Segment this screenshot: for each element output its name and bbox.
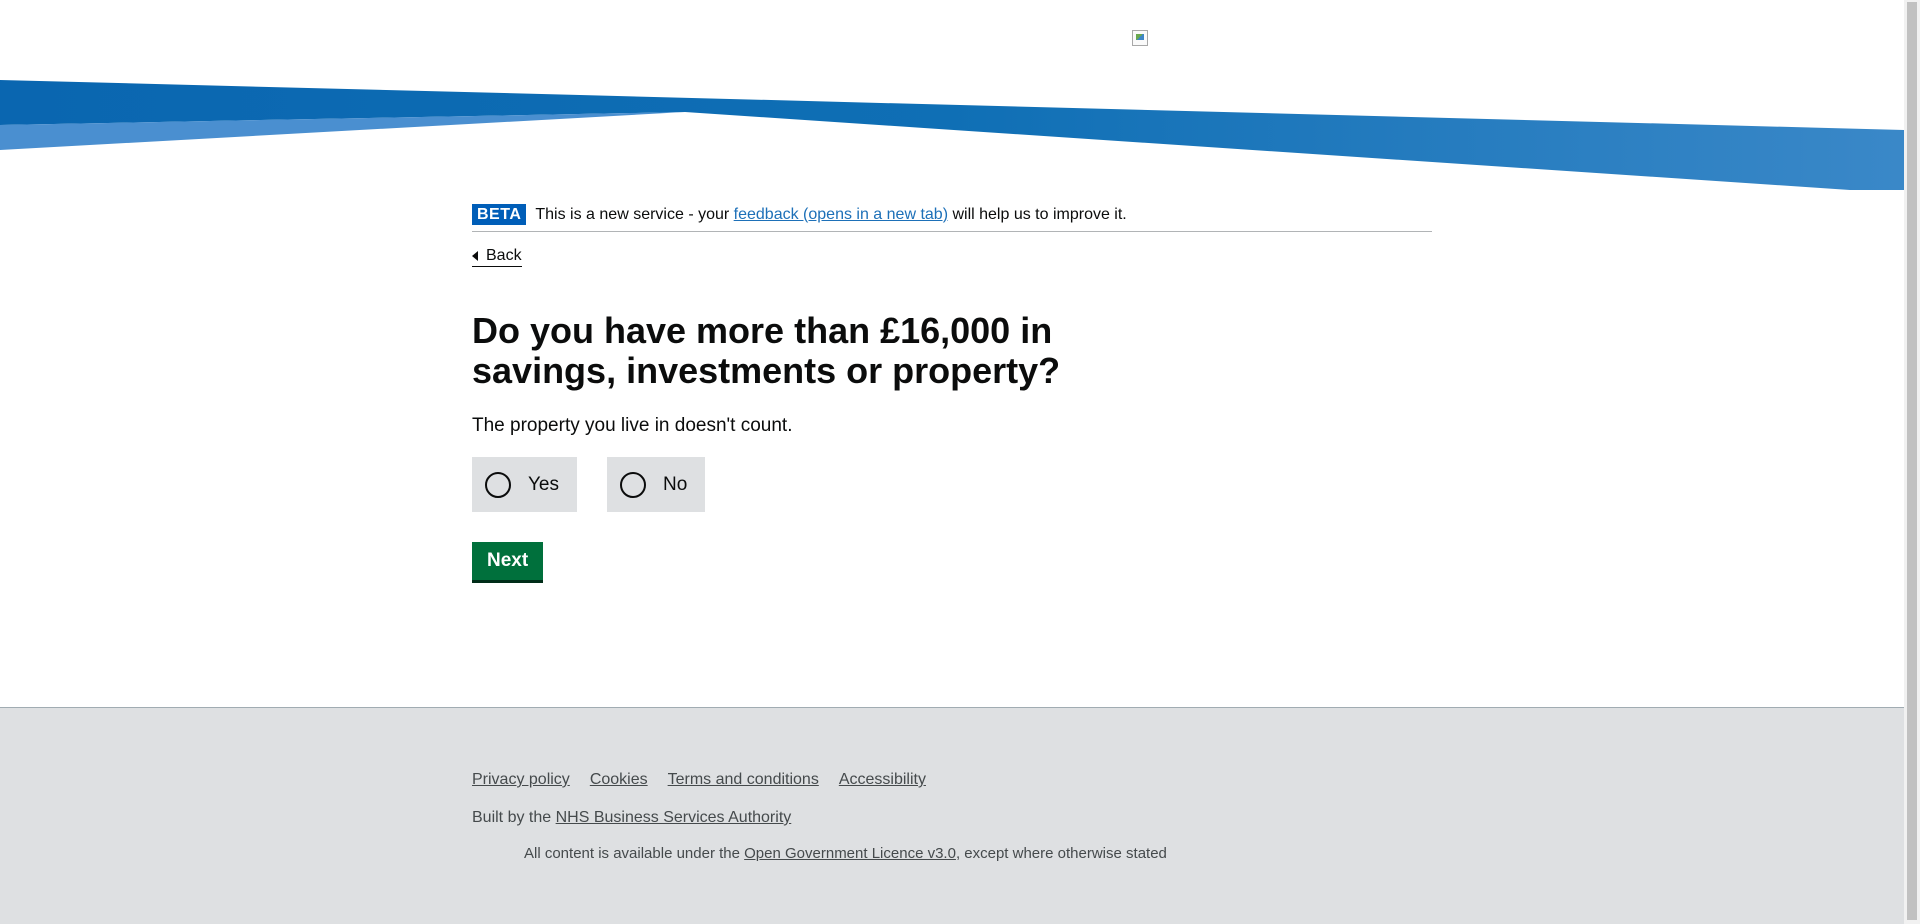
header-banner (0, 80, 1904, 190)
page: BETA This is a new service - your feedba… (0, 0, 1904, 924)
feedback-link[interactable]: feedback (opens in a new tab) (734, 206, 948, 223)
question-hint: The property you live in doesn't count. (472, 415, 793, 436)
licence-prefix: All content is available under the (524, 845, 745, 862)
radio-button-yes[interactable] (485, 471, 511, 498)
next-button[interactable]: Next (472, 542, 544, 580)
radio-label-no: No (663, 473, 688, 495)
phase-text-before: This is a new service - your (535, 205, 734, 223)
radio-group: Yes No (472, 457, 1432, 512)
footer-link-cookies[interactable]: Cookies (590, 771, 648, 789)
footer-link-accessibility[interactable]: Accessibility (839, 771, 926, 789)
footer-link-privacy-policy[interactable]: Privacy policy (472, 771, 570, 789)
scrollbar-thumb[interactable] (1907, 2, 1917, 920)
broken-logo-image-icon (1132, 30, 1148, 46)
back-link-label: Back (486, 247, 522, 264)
built-by-prefix: Built by the (472, 809, 556, 826)
footer-link-terms[interactable]: Terms and conditions (668, 771, 819, 789)
licence-text: All content is available under the Open … (524, 845, 1432, 862)
radio-button-no[interactable] (620, 471, 646, 498)
ogl-link[interactable]: Open Government Licence v3.0 (744, 845, 956, 862)
radio-option-no[interactable]: No (607, 457, 706, 512)
nhsbsa-link[interactable]: NHS Business Services Authority (556, 809, 792, 826)
page-title: Do you have more than £16,000 in savings… (472, 310, 1061, 391)
phase-text-after: will help us to improve it. (948, 205, 1127, 223)
vertical-scrollbar[interactable] (1904, 0, 1920, 924)
radio-label-yes: Yes (528, 473, 559, 495)
phase-banner: BETA This is a new service - your feedba… (472, 198, 1432, 232)
footer-content: Privacy policy Cookies Terms and conditi… (472, 771, 1432, 862)
back-link[interactable]: Back (472, 247, 522, 267)
footer-links: Privacy policy Cookies Terms and conditi… (472, 771, 1432, 789)
beta-tag: BETA (472, 204, 527, 225)
radio-option-yes[interactable]: Yes (472, 457, 577, 512)
footer: Privacy policy Cookies Terms and conditi… (0, 707, 1904, 924)
back-arrow-icon (472, 251, 478, 261)
main-content: BETA This is a new service - your feedba… (472, 198, 1432, 580)
phase-banner-text: This is a new service - your feedback (o… (535, 206, 1126, 224)
banner-band-dark (0, 80, 1904, 190)
licence-suffix: , except where otherwise stated (955, 845, 1167, 862)
built-by-text: Built by the NHS Business Services Autho… (472, 809, 1432, 827)
